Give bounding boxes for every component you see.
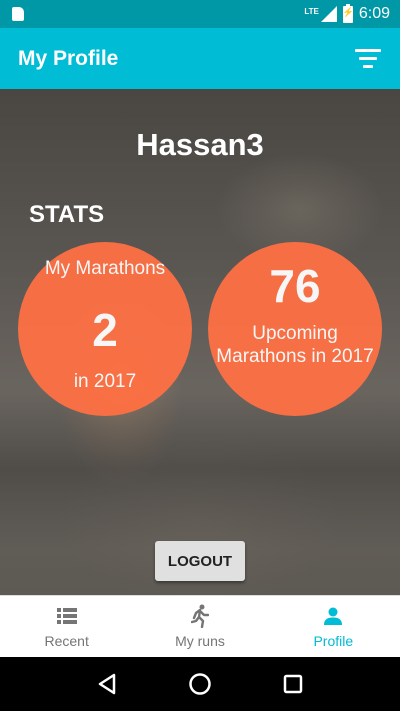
nav-label-profile: Profile <box>313 632 354 649</box>
signal-icon <box>320 6 337 22</box>
nav-item-profile[interactable]: Profile <box>267 596 400 657</box>
home-icon[interactable] <box>180 664 220 704</box>
nav-item-my-runs[interactable]: My runs <box>133 596 266 657</box>
upcoming-marathons-count: 76 <box>269 260 321 312</box>
battery-charging-icon <box>342 3 353 23</box>
logout-button[interactable]: LOGOUT <box>155 541 245 581</box>
my-marathons-count: 2 <box>92 304 118 356</box>
clock: 6:09 <box>358 5 390 22</box>
my-marathons-year: in 2017 <box>73 371 137 392</box>
upcoming-marathons-stat: 76 Upcoming Marathons in 2017 <box>208 242 382 416</box>
upcoming-marathons-label: Upcoming Marathons in 2017 <box>216 323 374 367</box>
running-icon <box>190 604 209 628</box>
username: Hassan3 <box>136 127 264 162</box>
sd-card-icon <box>12 7 24 21</box>
stats-heading: STATS <box>29 201 105 228</box>
recents-icon[interactable] <box>273 664 313 704</box>
nav-label-recent: Recent <box>44 632 89 649</box>
network-type: LTE <box>304 7 319 16</box>
back-icon[interactable] <box>87 664 127 704</box>
page-title: My Profile <box>18 46 119 70</box>
background-image <box>0 389 400 549</box>
nav-item-recent[interactable]: Recent <box>0 596 133 657</box>
my-marathons-stat: My Marathons 2 in 2017 <box>18 242 192 416</box>
status-bar: LTE 6:09 <box>0 0 400 28</box>
filter-icon[interactable] <box>354 49 382 68</box>
app-bar: My Profile <box>0 28 400 89</box>
profile-content: Hassan3 STATS My Marathons 2 in 2017 76 … <box>0 89 400 595</box>
system-navigation-bar <box>0 657 400 711</box>
my-marathons-label: My Marathons <box>44 258 166 279</box>
list-icon <box>56 605 77 627</box>
bottom-navigation: Recent My runs Profile <box>0 595 400 657</box>
nav-label-my-runs: My runs <box>175 632 225 649</box>
person-icon <box>324 605 343 627</box>
